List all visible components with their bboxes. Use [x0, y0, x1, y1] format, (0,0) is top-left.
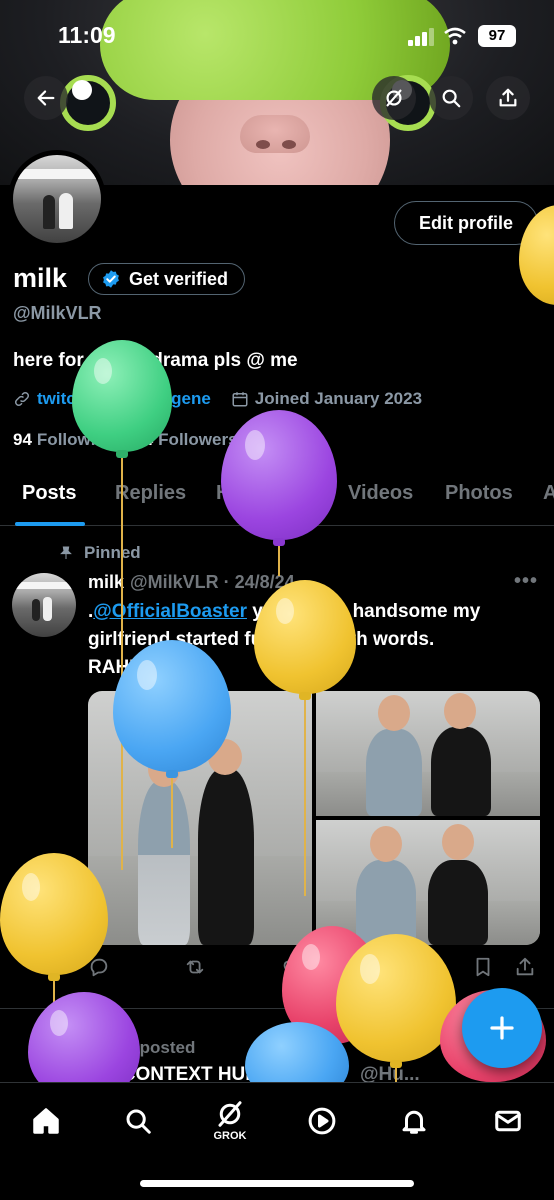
profile-link[interactable]: twitch.tv/ohitseugene	[37, 389, 211, 409]
compose-button[interactable]	[462, 988, 542, 1068]
frog-eye-highlight	[72, 80, 92, 100]
search-icon	[442, 89, 461, 108]
repost-icon	[60, 1041, 76, 1055]
status-time: 11:09	[58, 22, 116, 48]
plus-icon	[490, 1016, 514, 1040]
followers-link[interactable]: 54 Followers	[134, 430, 237, 450]
following-count: 94	[13, 430, 32, 449]
banner-nose	[240, 115, 310, 153]
play-icon	[308, 1107, 336, 1135]
search-button[interactable]	[429, 76, 473, 120]
like-button[interactable]: 4	[280, 956, 318, 978]
nav-messages[interactable]	[490, 1103, 526, 1139]
post-photo-2[interactable]	[316, 691, 540, 816]
grok-button[interactable]	[372, 76, 416, 120]
home-indicator	[140, 1180, 414, 1187]
battery-icon: 97	[478, 25, 516, 47]
tab-articles[interactable]: A	[543, 482, 554, 505]
views-count: 174	[406, 958, 432, 976]
nostril	[282, 140, 296, 149]
share-icon	[499, 88, 517, 107]
status-bar: 11:09 97	[0, 20, 554, 54]
tab-posts[interactable]: Posts	[22, 482, 76, 505]
bookmark-button[interactable]	[472, 956, 494, 978]
following-label: Following	[36, 430, 117, 449]
pinned-text: Pinned	[84, 543, 141, 562]
tab-videos[interactable]: Videos	[348, 482, 413, 505]
follow-stats: 94 Following 54 Followers	[13, 430, 238, 450]
profile-meta: twitch.tv/ohitseugene Joined January 202…	[13, 389, 422, 409]
get-verified-label: Get verified	[129, 268, 229, 289]
repost-icon	[186, 960, 204, 974]
share-icon	[516, 957, 534, 976]
repost-indicator: You reposted	[58, 1038, 195, 1058]
pin-icon	[60, 546, 72, 559]
share-button[interactable]	[486, 76, 530, 120]
grok-icon	[218, 1100, 242, 1127]
tab-replies[interactable]: Replies	[115, 482, 186, 505]
home-icon	[33, 1108, 59, 1134]
wifi-icon	[443, 26, 467, 46]
post-photos	[88, 691, 540, 945]
calendar-icon	[232, 392, 248, 407]
followers-count: 54	[134, 430, 154, 449]
like-icon	[283, 960, 299, 976]
reply-icon	[90, 958, 108, 977]
post-handle-date: @MilkVLR · 24/8/24	[130, 572, 295, 592]
post-header: milk @MilkVLR · 24/8/24	[88, 572, 295, 593]
views-button[interactable]: 174	[376, 956, 431, 978]
profile-avatar[interactable]	[8, 150, 106, 248]
nav-search[interactable]	[120, 1103, 156, 1139]
repost-button[interactable]	[184, 956, 206, 978]
followers-label: Followers	[158, 430, 238, 449]
post-more-button[interactable]: •••	[514, 570, 538, 593]
bookmark-icon	[476, 957, 490, 977]
repost-label: You reposted	[88, 1038, 196, 1057]
tab-photos[interactable]: Photos	[445, 482, 513, 505]
profile-name: milk	[13, 263, 68, 293]
link-icon	[14, 391, 30, 407]
back-button[interactable]	[24, 76, 68, 120]
post-avatar[interactable]	[12, 573, 76, 637]
like-count: 4	[310, 958, 319, 976]
nav-grok[interactable]: GROK	[212, 1095, 248, 1145]
edit-profile-button[interactable]: Edit profile	[394, 201, 538, 245]
nav-home[interactable]	[28, 1103, 64, 1139]
reply-button[interactable]	[88, 956, 110, 978]
grok-label: GROK	[213, 1129, 247, 1142]
nostril	[256, 140, 270, 149]
post-author-name[interactable]: milk	[88, 572, 124, 593]
joined-date: Joined January 2023	[254, 389, 423, 408]
views-icon	[379, 960, 396, 976]
active-tab-indicator	[15, 522, 85, 526]
search-icon	[126, 1109, 151, 1134]
mail-icon	[495, 1110, 521, 1132]
profile-bio: here for twitter drama pls @ me	[13, 350, 298, 371]
signal-icon	[408, 28, 434, 46]
nav-notifications[interactable]	[396, 1103, 432, 1139]
verified-badge-icon	[103, 270, 119, 288]
back-arrow-icon	[37, 90, 55, 106]
following-link[interactable]: 94 Following	[13, 430, 116, 450]
post-share-button[interactable]	[514, 956, 536, 978]
post-mention[interactable]: @OfficialBoaster	[93, 601, 247, 622]
get-verified-button[interactable]: Get verified	[88, 263, 246, 295]
nav-video[interactable]	[304, 1103, 340, 1139]
post-photo-3[interactable]	[316, 820, 540, 945]
post-actions: 4 174	[88, 956, 538, 986]
post-text: .@OfficialBoaster you are so handsome my…	[88, 598, 538, 682]
profile-tabs: Posts Replies Highlights Videos Photos A	[0, 470, 554, 526]
bell-icon	[402, 1110, 426, 1134]
profile-handle: @MilkVLR	[13, 303, 102, 323]
post-photo-1[interactable]	[88, 691, 312, 945]
tab-highlights[interactable]: Highlights	[216, 482, 314, 505]
grok-icon	[386, 89, 402, 107]
pinned-label: Pinned	[58, 543, 141, 563]
